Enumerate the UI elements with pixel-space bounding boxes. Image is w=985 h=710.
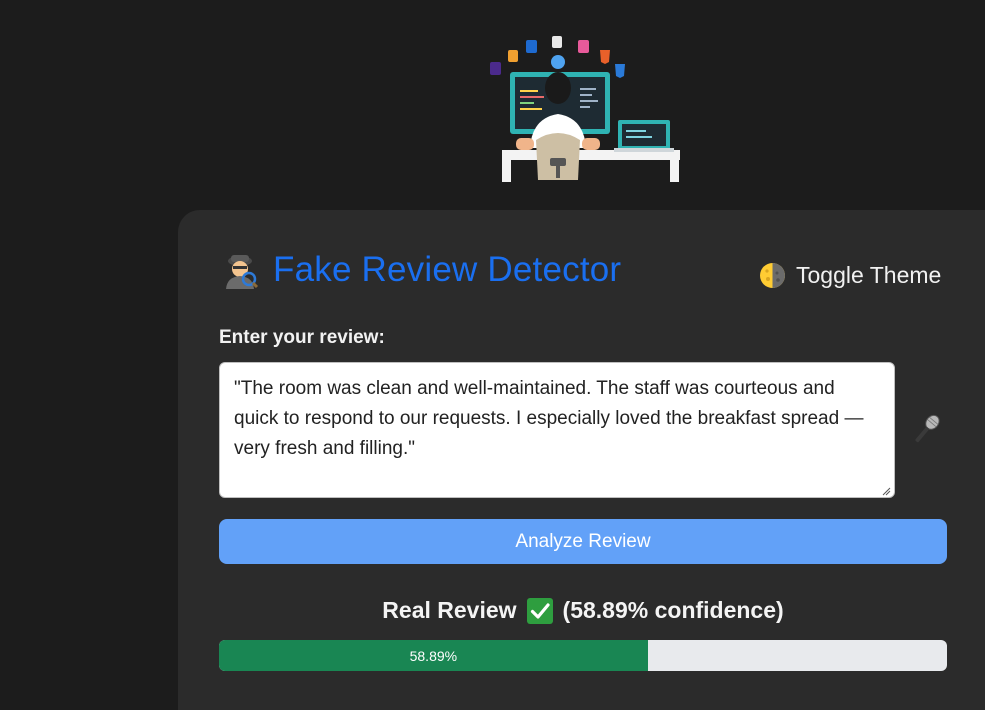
confidence-progress-fill: 58.89% — [219, 640, 648, 671]
toggle-theme-label: Toggle Theme — [796, 262, 942, 288]
check-mark-icon — [526, 597, 553, 624]
half-moon-icon — [760, 263, 785, 288]
developer-illustration — [490, 36, 680, 182]
result-line: Real Review (58.89% confidence) — [219, 597, 947, 624]
analyze-review-button[interactable]: Analyze Review — [219, 519, 947, 564]
page: Fake Review Detector Toggle Theme Enter … — [0, 0, 985, 710]
detective-icon — [226, 255, 259, 289]
title-row: Fake Review Detector — [221, 250, 621, 290]
page-title: Fake Review Detector — [273, 250, 622, 289]
microphone-icon[interactable] — [909, 412, 943, 448]
progress-label: 58.89% — [409, 647, 458, 664]
verdict-text: Real Review — [382, 597, 517, 623]
resize-grip-icon[interactable] — [881, 486, 891, 496]
review-input[interactable]: "The room was clean and well-maintained.… — [219, 362, 895, 498]
toggle-theme-button[interactable]: Toggle Theme — [759, 262, 941, 289]
confidence-progress-bar: 58.89% — [219, 640, 947, 671]
confidence-text: (58.89% confidence) — [562, 597, 784, 623]
review-label: Enter your review: — [219, 327, 385, 348]
